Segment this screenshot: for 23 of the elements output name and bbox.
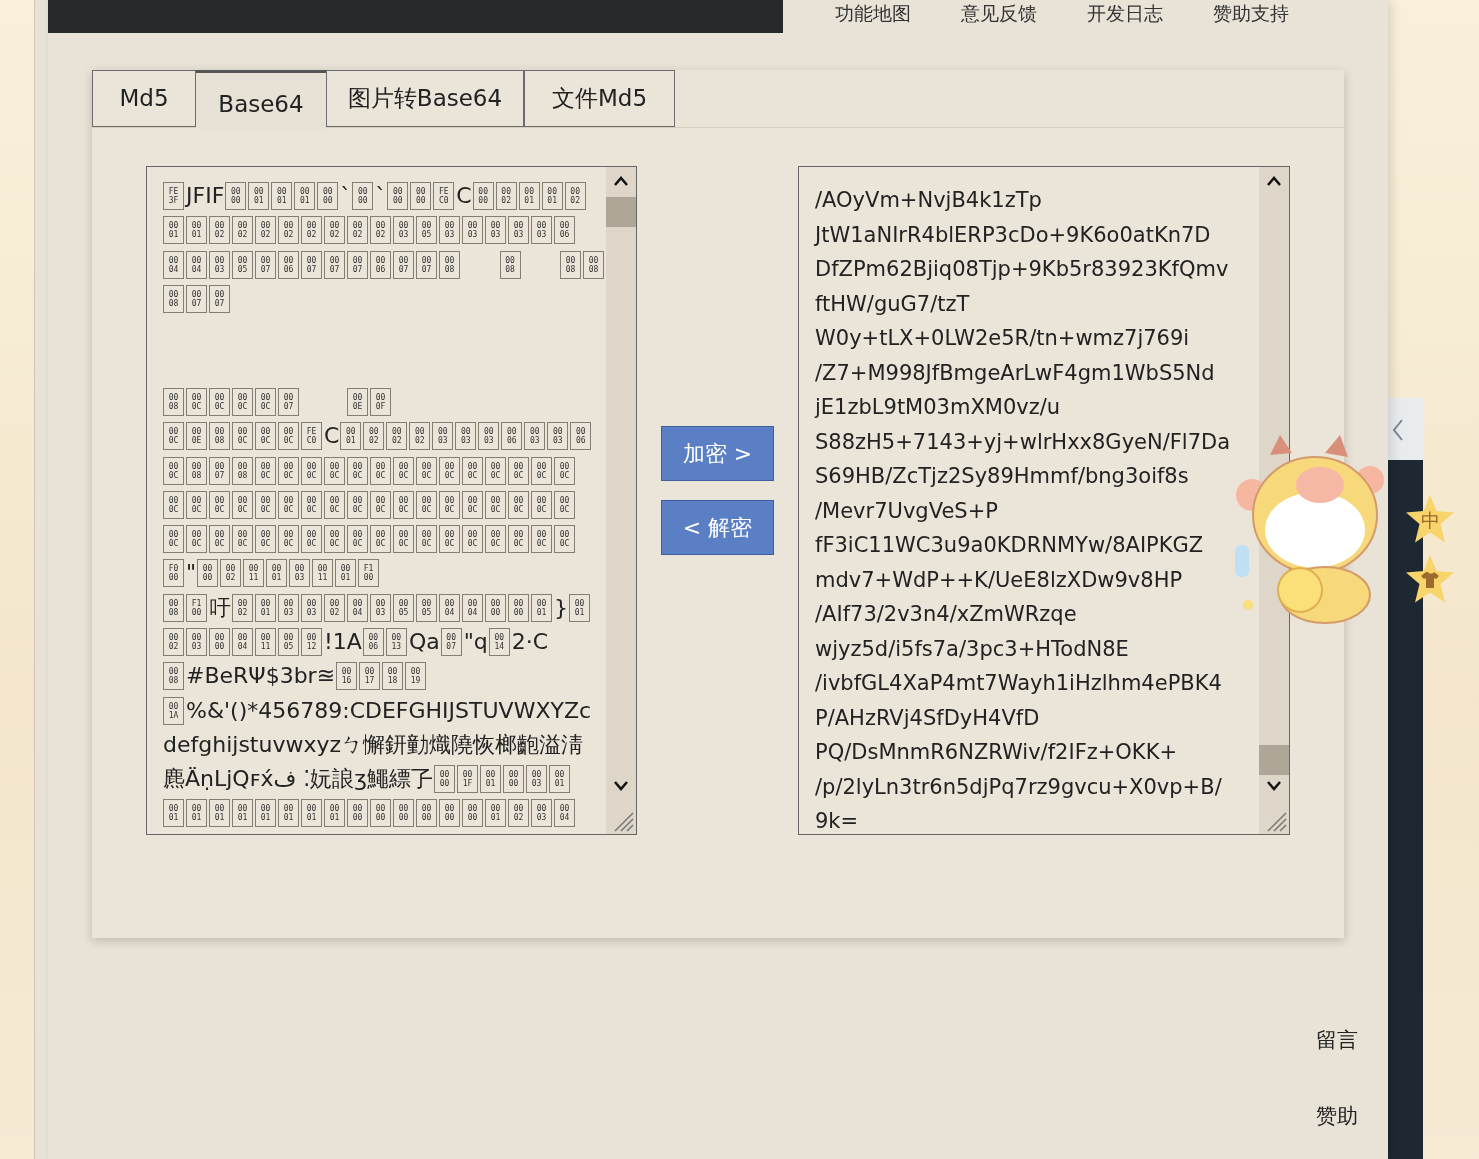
scroll-down-icon[interactable] bbox=[614, 781, 628, 791]
chevron-left-icon[interactable] bbox=[1392, 418, 1404, 442]
tab[interactable]: 文件Md5 bbox=[524, 70, 675, 127]
scroll-down-icon[interactable] bbox=[1267, 781, 1281, 791]
side-link[interactable]: 留言 bbox=[1316, 1025, 1358, 1057]
scroll-up-icon[interactable] bbox=[1267, 176, 1281, 186]
side-link[interactable]: 赞助 bbox=[1316, 1100, 1358, 1132]
nav-link[interactable]: 意见反馈 bbox=[961, 0, 1037, 33]
output-textarea[interactable]: /AOyVm+NvjB4k1zTp JtW1aNIrR4blERP3cDo+9K6o0atKn7D DfZPm62Bjiq08Tjp+9Kb5r83923KfQmv ftHW/guG7/tzT W0y+tLX+0LW2e5R/tn+wmz7j769i /Z7+M998JfBmgeArLwF4gm1WbS5Nd jE1zbL9tM03mXM0vz/u S88zH5+7143+yj+wlrHxx8GyeN/Fl7Da S69HB/ZcTjz2Sy89Hmmf/bng3oif8s /Mevr7UvgVeS+P fF3iC11WC3u9a0KDRNMYw/8AIPKGZ mdv7+WdP++K/UeE8lzXDw9v8HP /AIf73/2v3n4/xZmWRzqe wjyz5d/i5fs7a/3pc3+HTodN8E /ivbfGL4XaP4mt7Wayh1iHzlhm4ePBK4 P/AHzRVj4SfDyH4VfD PQ/DsMnmR6NZRWiv/f2IFz+OKK+ /p/2lyLn3tr6n5djPq7rz9gvcu+X0vp+B/ 9k= bbox=[798, 166, 1290, 835]
tab[interactable]: Md5 bbox=[92, 70, 196, 127]
nav-link[interactable]: 赞助支持 bbox=[1213, 0, 1289, 33]
action-button[interactable]: < 解密 bbox=[661, 500, 774, 555]
scrollbar-thumb[interactable] bbox=[1259, 745, 1289, 775]
nav-link[interactable]: 开发日志 bbox=[1087, 0, 1163, 33]
shirt-icon bbox=[1421, 572, 1439, 588]
resize-grip-icon[interactable] bbox=[612, 810, 634, 832]
tab[interactable]: 图片转Base64 bbox=[326, 70, 524, 127]
resize-grip-icon[interactable] bbox=[1265, 810, 1287, 832]
scroll-up-icon[interactable] bbox=[614, 176, 628, 186]
scrollbar-thumb[interactable] bbox=[606, 197, 636, 227]
action-button[interactable]: 加密 > bbox=[661, 426, 774, 481]
nav-link[interactable]: 功能地图 bbox=[835, 0, 911, 33]
tab[interactable]: Base64 bbox=[196, 70, 326, 130]
